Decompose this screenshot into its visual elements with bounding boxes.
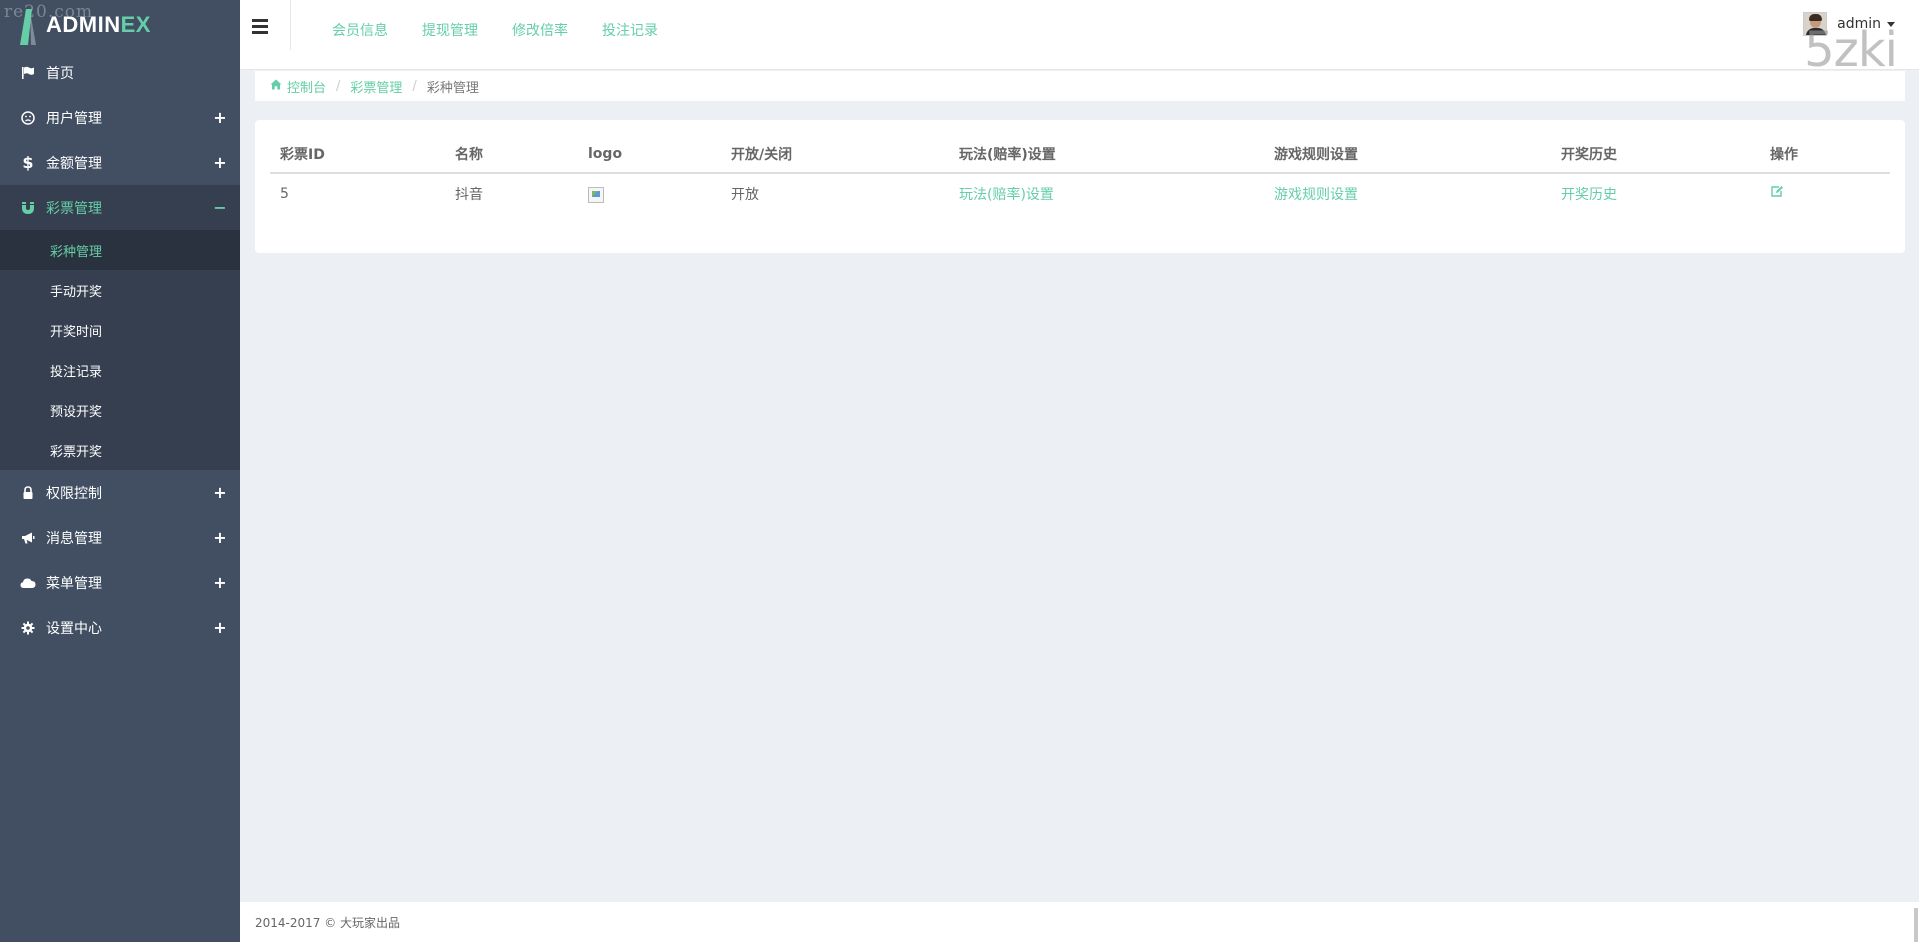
- expand-icon[interactable]: +: [200, 153, 240, 172]
- edit-icon[interactable]: [1770, 185, 1784, 202]
- expand-icon[interactable]: +: [200, 528, 240, 547]
- column-header: 游戏规则设置: [1264, 135, 1551, 174]
- breadcrumb-separator: /: [336, 78, 341, 94]
- smile-icon: [20, 110, 36, 126]
- cell-actions: [1760, 173, 1890, 213]
- menu-toggle-icon[interactable]: [252, 16, 276, 36]
- cell-logo: [578, 173, 721, 213]
- home-icon: [270, 79, 282, 93]
- sidebar-item-label: 用户管理: [46, 110, 102, 127]
- cell-odds: 玩法(赔率)设置: [949, 173, 1264, 213]
- sidebar-item-label: 设置中心: [46, 620, 102, 637]
- sidebar-nav-lower: 权限控制 + 消息管理 + 菜单管理 + 设置中心 +: [0, 470, 240, 650]
- dollar-icon: $: [22, 153, 34, 172]
- gear-icon: [20, 620, 36, 636]
- top-nav-withdraw[interactable]: 提现管理: [422, 20, 478, 40]
- cell-rules: 游戏规则设置: [1264, 173, 1551, 213]
- breadcrumb-section[interactable]: 彩票管理: [350, 77, 402, 96]
- submenu-item-lottery-draw[interactable]: 彩票开奖: [0, 430, 240, 470]
- breadcrumb: 控制台 / 彩票管理 / 彩种管理: [255, 71, 1905, 101]
- column-header: 玩法(赔率)设置: [949, 135, 1264, 174]
- odds-settings-link[interactable]: 玩法(赔率)设置: [959, 187, 1054, 203]
- lottery-submenu: 彩种管理 手动开奖 开奖时间 投注记录 预设开奖 彩票开奖: [0, 230, 240, 470]
- submenu-item-bet-records[interactable]: 投注记录: [0, 350, 240, 390]
- breadcrumb-home[interactable]: 控制台: [287, 77, 326, 96]
- lottery-table-panel: 彩票ID 名称 logo 开放/关闭 玩法(赔率)设置 游戏规则设置 开奖历史 …: [255, 120, 1905, 253]
- header-divider: [290, 0, 291, 50]
- sidebar-item-label: 权限控制: [46, 485, 102, 502]
- top-nav: 会员信息 提现管理 修改倍率 投注记录: [332, 20, 658, 40]
- top-header: 会员信息 提现管理 修改倍率 投注记录 admin 5zki: [240, 0, 1919, 78]
- submenu-item-preset-draw[interactable]: 预设开奖: [0, 390, 240, 430]
- column-header: 开放/关闭: [721, 135, 949, 174]
- expand-icon[interactable]: +: [200, 483, 240, 502]
- breadcrumb-separator: /: [412, 78, 417, 94]
- sidebar: re​20.com ADMINEX 首页 用户管理 + $ 金额管理 +: [0, 0, 240, 942]
- draw-history-link[interactable]: 开奖历史: [1561, 187, 1617, 203]
- sidebar-item-label: 首页: [46, 65, 74, 82]
- sidebar-nav: 首页 用户管理 + $ 金额管理 + 彩票管理 −: [0, 50, 240, 230]
- table-header-row: 彩票ID 名称 logo 开放/关闭 玩法(赔率)设置 游戏规则设置 开奖历史 …: [270, 135, 1890, 174]
- flag-icon: [20, 65, 36, 81]
- logo-icon: [18, 5, 38, 45]
- column-header: 操作: [1760, 135, 1890, 174]
- column-header: logo: [578, 135, 721, 174]
- expand-icon[interactable]: +: [200, 108, 240, 127]
- submenu-item-draw-time[interactable]: 开奖时间: [0, 310, 240, 350]
- sidebar-item-menus[interactable]: 菜单管理 +: [0, 560, 240, 605]
- sidebar-item-label: 金额管理: [46, 155, 102, 172]
- collapse-icon[interactable]: −: [200, 198, 240, 217]
- cloud-icon: [20, 575, 36, 591]
- sidebar-item-label: 消息管理: [46, 530, 102, 547]
- cell-history: 开奖历史: [1551, 173, 1760, 213]
- rules-settings-link[interactable]: 游戏规则设置: [1274, 187, 1358, 203]
- cell-name: 抖音: [455, 186, 483, 203]
- watermark-right: 5zki: [1804, 22, 1898, 78]
- column-header: 名称: [445, 135, 578, 174]
- logo[interactable]: re​20.com ADMINEX: [0, 0, 240, 50]
- sidebar-item-money[interactable]: $ 金额管理 +: [0, 140, 240, 185]
- sidebar-item-users[interactable]: 用户管理 +: [0, 95, 240, 140]
- submenu-item-lottery-types[interactable]: 彩种管理: [0, 230, 240, 270]
- column-header: 彩票ID: [270, 135, 445, 174]
- top-nav-odds[interactable]: 修改倍率: [512, 20, 568, 40]
- table-row: 5 抖音 开放 玩法(赔率)设置 游戏规则设置 开奖历史: [270, 173, 1890, 213]
- cell-status: 开放: [731, 186, 759, 203]
- top-nav-bet-records[interactable]: 投注记录: [602, 20, 658, 40]
- submenu-item-manual-draw[interactable]: 手动开奖: [0, 270, 240, 310]
- magnet-icon: [20, 200, 36, 216]
- lottery-table: 彩票ID 名称 logo 开放/关闭 玩法(赔率)设置 游戏规则设置 开奖历史 …: [270, 135, 1890, 213]
- footer-text: 2014-2017 © 大玩家出品: [255, 915, 401, 930]
- expand-icon[interactable]: +: [200, 573, 240, 592]
- sidebar-item-lottery[interactable]: 彩票管理 −: [0, 185, 240, 230]
- top-nav-member-info[interactable]: 会员信息: [332, 20, 388, 40]
- sidebar-item-label: 彩票管理: [46, 200, 102, 217]
- column-header: 开奖历史: [1551, 135, 1760, 174]
- expand-icon[interactable]: +: [200, 618, 240, 637]
- broken-image-icon: [588, 186, 604, 203]
- bullhorn-icon: [20, 530, 36, 546]
- cell-id: 5: [280, 185, 289, 202]
- sidebar-item-permissions[interactable]: 权限控制 +: [0, 470, 240, 515]
- footer: 2014-2017 © 大玩家出品: [240, 902, 1919, 942]
- sidebar-item-messages[interactable]: 消息管理 +: [0, 515, 240, 560]
- sidebar-item-settings[interactable]: 设置中心 +: [0, 605, 240, 650]
- sidebar-item-label: 菜单管理: [46, 575, 102, 592]
- breadcrumb-current: 彩种管理: [426, 80, 479, 96]
- scrollbar[interactable]: [1909, 0, 1919, 942]
- sidebar-item-home[interactable]: 首页: [0, 50, 240, 95]
- lock-icon: [20, 485, 36, 501]
